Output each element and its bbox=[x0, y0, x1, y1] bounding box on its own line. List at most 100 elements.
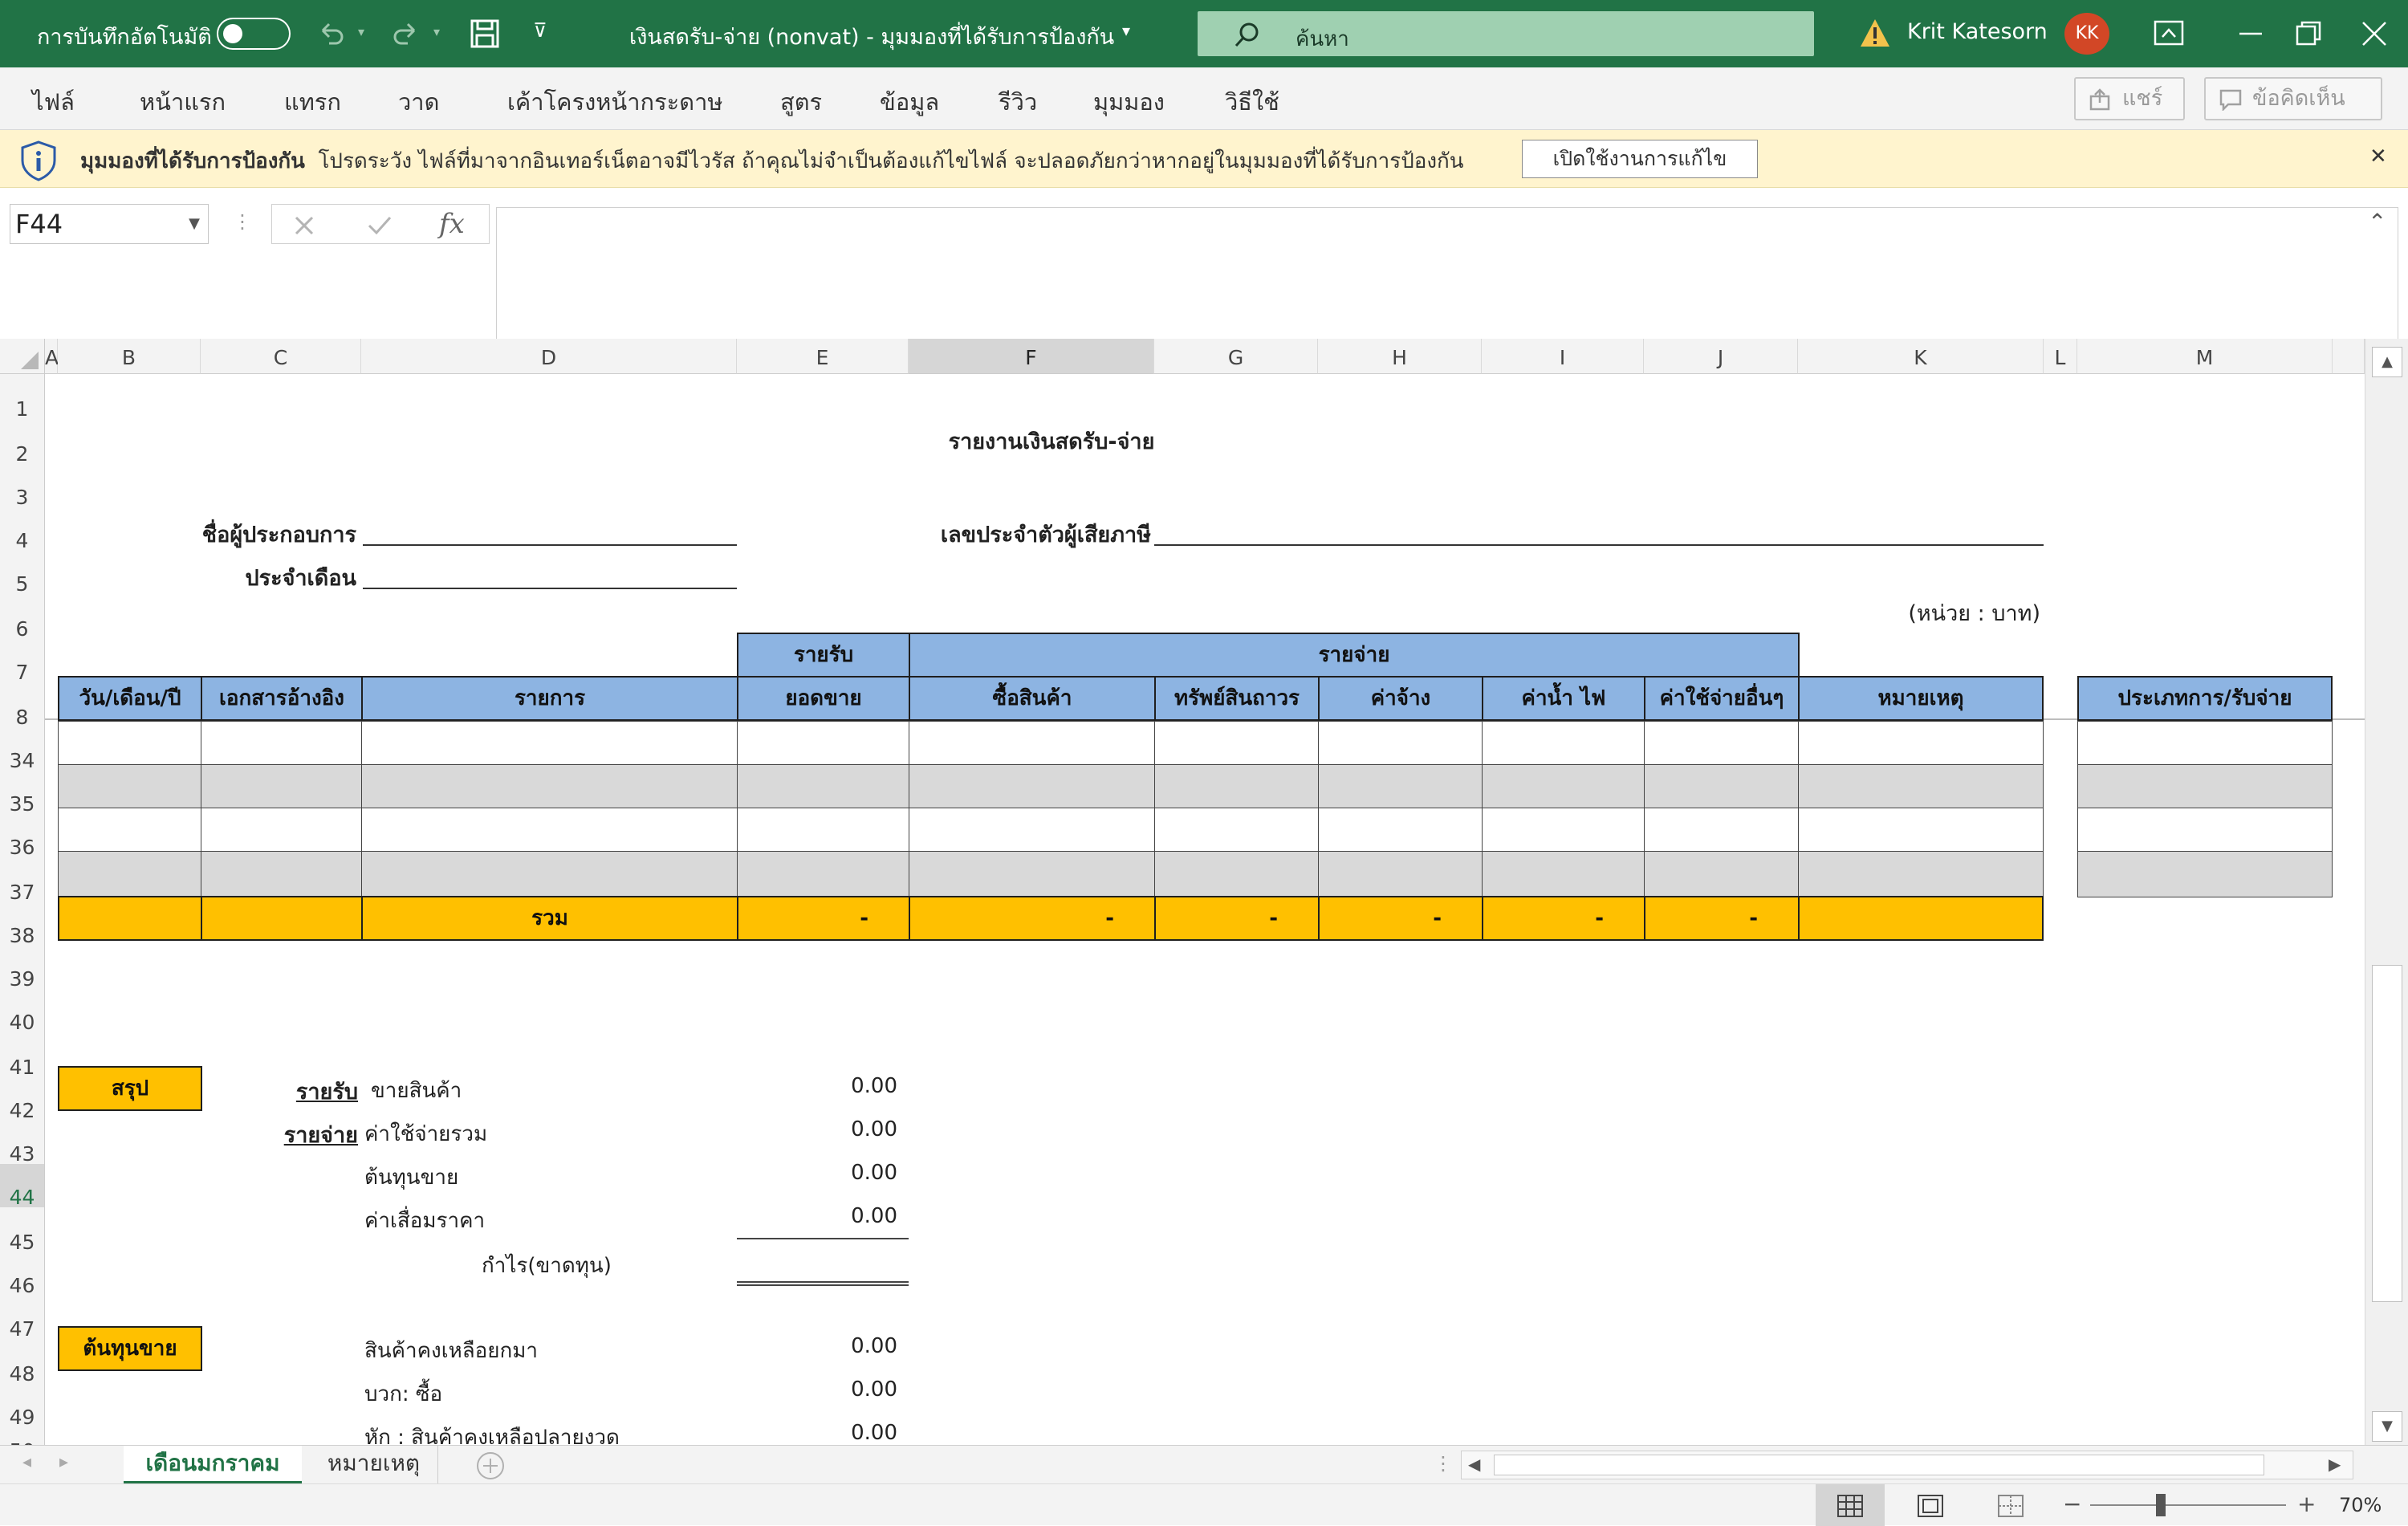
total-cell-c[interactable] bbox=[201, 896, 363, 941]
cell-f37[interactable] bbox=[909, 851, 1156, 897]
column-header-a[interactable]: A bbox=[45, 339, 59, 374]
cell-g37[interactable] bbox=[1154, 851, 1320, 897]
total-notes[interactable] bbox=[1798, 896, 2044, 941]
cell-h34[interactable] bbox=[1318, 721, 1483, 766]
search-box[interactable]: ค้นหา bbox=[1198, 11, 1814, 56]
cell-k36[interactable] bbox=[1798, 808, 2044, 853]
cell-b35[interactable] bbox=[58, 764, 202, 809]
cell-k34[interactable] bbox=[1798, 721, 2044, 766]
cell-f34[interactable] bbox=[909, 721, 1156, 766]
undo-icon[interactable] bbox=[315, 18, 347, 50]
cell-m36[interactable] bbox=[2077, 808, 2333, 853]
collapse-formula-bar-icon[interactable]: ⌃ bbox=[2368, 209, 2386, 235]
scroll-right-icon[interactable]: ▶ bbox=[2329, 1455, 2341, 1474]
row-header-6[interactable]: 6 bbox=[0, 594, 45, 641]
row-header-49[interactable]: 49 bbox=[0, 1384, 45, 1429]
save-icon[interactable] bbox=[469, 18, 501, 50]
page-break-preview-icon[interactable] bbox=[1997, 1494, 2024, 1518]
minimize-icon[interactable] bbox=[2235, 19, 2267, 48]
name-box-dropdown-icon[interactable]: ▼ bbox=[189, 205, 200, 243]
cancel-icon[interactable] bbox=[293, 214, 315, 237]
cell-i37[interactable] bbox=[1482, 851, 1645, 897]
tab-formulas[interactable]: สูตร bbox=[780, 83, 822, 120]
cell-b37[interactable] bbox=[58, 851, 202, 897]
redo-icon[interactable] bbox=[390, 18, 422, 50]
row-header-43[interactable]: 43 bbox=[0, 1121, 45, 1166]
sheet-tab-active[interactable]: เดือนมกราคม bbox=[124, 1446, 302, 1484]
row-header-34[interactable]: 34 bbox=[0, 727, 45, 772]
row-header-44[interactable]: 44 bbox=[0, 1164, 45, 1209]
total-sales[interactable]: - bbox=[737, 896, 910, 941]
name-box[interactable]: F44 ▼ bbox=[10, 204, 209, 244]
column-header-g[interactable]: G bbox=[1154, 339, 1318, 374]
cell-m34[interactable] bbox=[2077, 721, 2333, 766]
avatar[interactable]: KK bbox=[2064, 13, 2109, 55]
redo-dropdown-icon[interactable]: ▾ bbox=[433, 24, 440, 39]
cell-j35[interactable] bbox=[1644, 764, 1800, 809]
share-button[interactable]: แชร์ bbox=[2074, 77, 2185, 120]
column-header-i[interactable]: I bbox=[1482, 339, 1644, 374]
worksheet-grid[interactable]: A B C D E F G H I J K L M 1 2 3 4 5 6 7 … bbox=[0, 339, 2408, 1445]
restore-icon[interactable] bbox=[2292, 19, 2325, 48]
tab-insert[interactable]: แทรก bbox=[284, 83, 341, 120]
tab-help[interactable]: วิธีใช้ bbox=[1225, 83, 1279, 120]
select-all-button[interactable] bbox=[0, 339, 45, 374]
row-header-46[interactable]: 46 bbox=[0, 1252, 45, 1297]
fx-icon[interactable]: fx bbox=[439, 208, 465, 240]
row-header-1[interactable]: 1 bbox=[0, 374, 45, 421]
column-header-h[interactable]: H bbox=[1318, 339, 1482, 374]
total-fixed-assets[interactable]: - bbox=[1154, 896, 1320, 941]
tab-page-layout[interactable]: เค้าโครงหน้ากระดาษ bbox=[507, 83, 722, 120]
warning-icon[interactable] bbox=[1859, 18, 1891, 48]
next-sheet-icon[interactable]: ▸ bbox=[59, 1452, 68, 1472]
cell-b36[interactable] bbox=[58, 808, 202, 853]
cogs-badge[interactable]: ต้นทุนขาย bbox=[58, 1326, 202, 1371]
zoom-slider-thumb[interactable] bbox=[2156, 1494, 2166, 1516]
row-header-38[interactable]: 38 bbox=[0, 902, 45, 947]
total-wages[interactable]: - bbox=[1318, 896, 1483, 941]
row-header-42[interactable]: 42 bbox=[0, 1077, 45, 1122]
summary-expense-value-3[interactable]: 0.00 bbox=[737, 1204, 897, 1228]
row-header-7[interactable]: 7 bbox=[0, 639, 45, 684]
vertical-scrollbar[interactable]: ▲ ▼ bbox=[2365, 339, 2408, 1445]
cell-e35[interactable] bbox=[737, 764, 910, 809]
total-purchases[interactable]: - bbox=[909, 896, 1156, 941]
cogs-value-2[interactable]: 0.00 bbox=[737, 1377, 897, 1402]
cell-f35[interactable] bbox=[909, 764, 1156, 809]
cell-c37[interactable] bbox=[201, 851, 363, 897]
formula-input[interactable] bbox=[496, 207, 2398, 339]
cell-e34[interactable] bbox=[737, 721, 910, 766]
total-label[interactable]: รวม bbox=[361, 896, 738, 941]
row-header-48[interactable]: 48 bbox=[0, 1339, 45, 1386]
add-sheet-icon[interactable] bbox=[475, 1451, 506, 1481]
cell-c34[interactable] bbox=[201, 721, 363, 766]
cell-i34[interactable] bbox=[1482, 721, 1645, 766]
cell-j34[interactable] bbox=[1644, 721, 1800, 766]
row-header-39[interactable]: 39 bbox=[0, 946, 45, 991]
row-header-4[interactable]: 4 bbox=[0, 507, 45, 552]
cell-j36[interactable] bbox=[1644, 808, 1800, 853]
title-dropdown-icon[interactable]: ▾ bbox=[1122, 21, 1130, 40]
cell-c35[interactable] bbox=[201, 764, 363, 809]
row-header-2[interactable]: 2 bbox=[0, 419, 45, 466]
more-options-icon[interactable]: ⋮ bbox=[233, 210, 252, 233]
summary-expense-value-1[interactable]: 0.00 bbox=[737, 1117, 897, 1141]
zoom-in-icon[interactable]: + bbox=[2297, 1491, 2316, 1517]
row-header-36[interactable]: 36 bbox=[0, 814, 45, 859]
close-icon[interactable] bbox=[2358, 19, 2390, 48]
tab-file[interactable]: ไฟล์ bbox=[32, 83, 75, 120]
cell-b34[interactable] bbox=[58, 721, 202, 766]
column-header-e[interactable]: E bbox=[737, 339, 909, 374]
prev-sheet-icon[interactable]: ◂ bbox=[22, 1452, 31, 1472]
cogs-value-1[interactable]: 0.00 bbox=[737, 1334, 897, 1358]
cell-c36[interactable] bbox=[201, 808, 363, 853]
cell-g34[interactable] bbox=[1154, 721, 1320, 766]
cell-h36[interactable] bbox=[1318, 808, 1483, 853]
column-header-d[interactable]: D bbox=[361, 339, 737, 374]
normal-view-button[interactable] bbox=[1816, 1484, 1885, 1526]
tab-data[interactable]: ข้อมูล bbox=[880, 83, 939, 120]
autosave-toggle[interactable] bbox=[217, 18, 291, 50]
summary-badge[interactable]: สรุป bbox=[58, 1066, 202, 1111]
sheet-tab-notes[interactable]: หมายเหตุ bbox=[310, 1446, 438, 1484]
cell-d34[interactable] bbox=[361, 721, 738, 766]
